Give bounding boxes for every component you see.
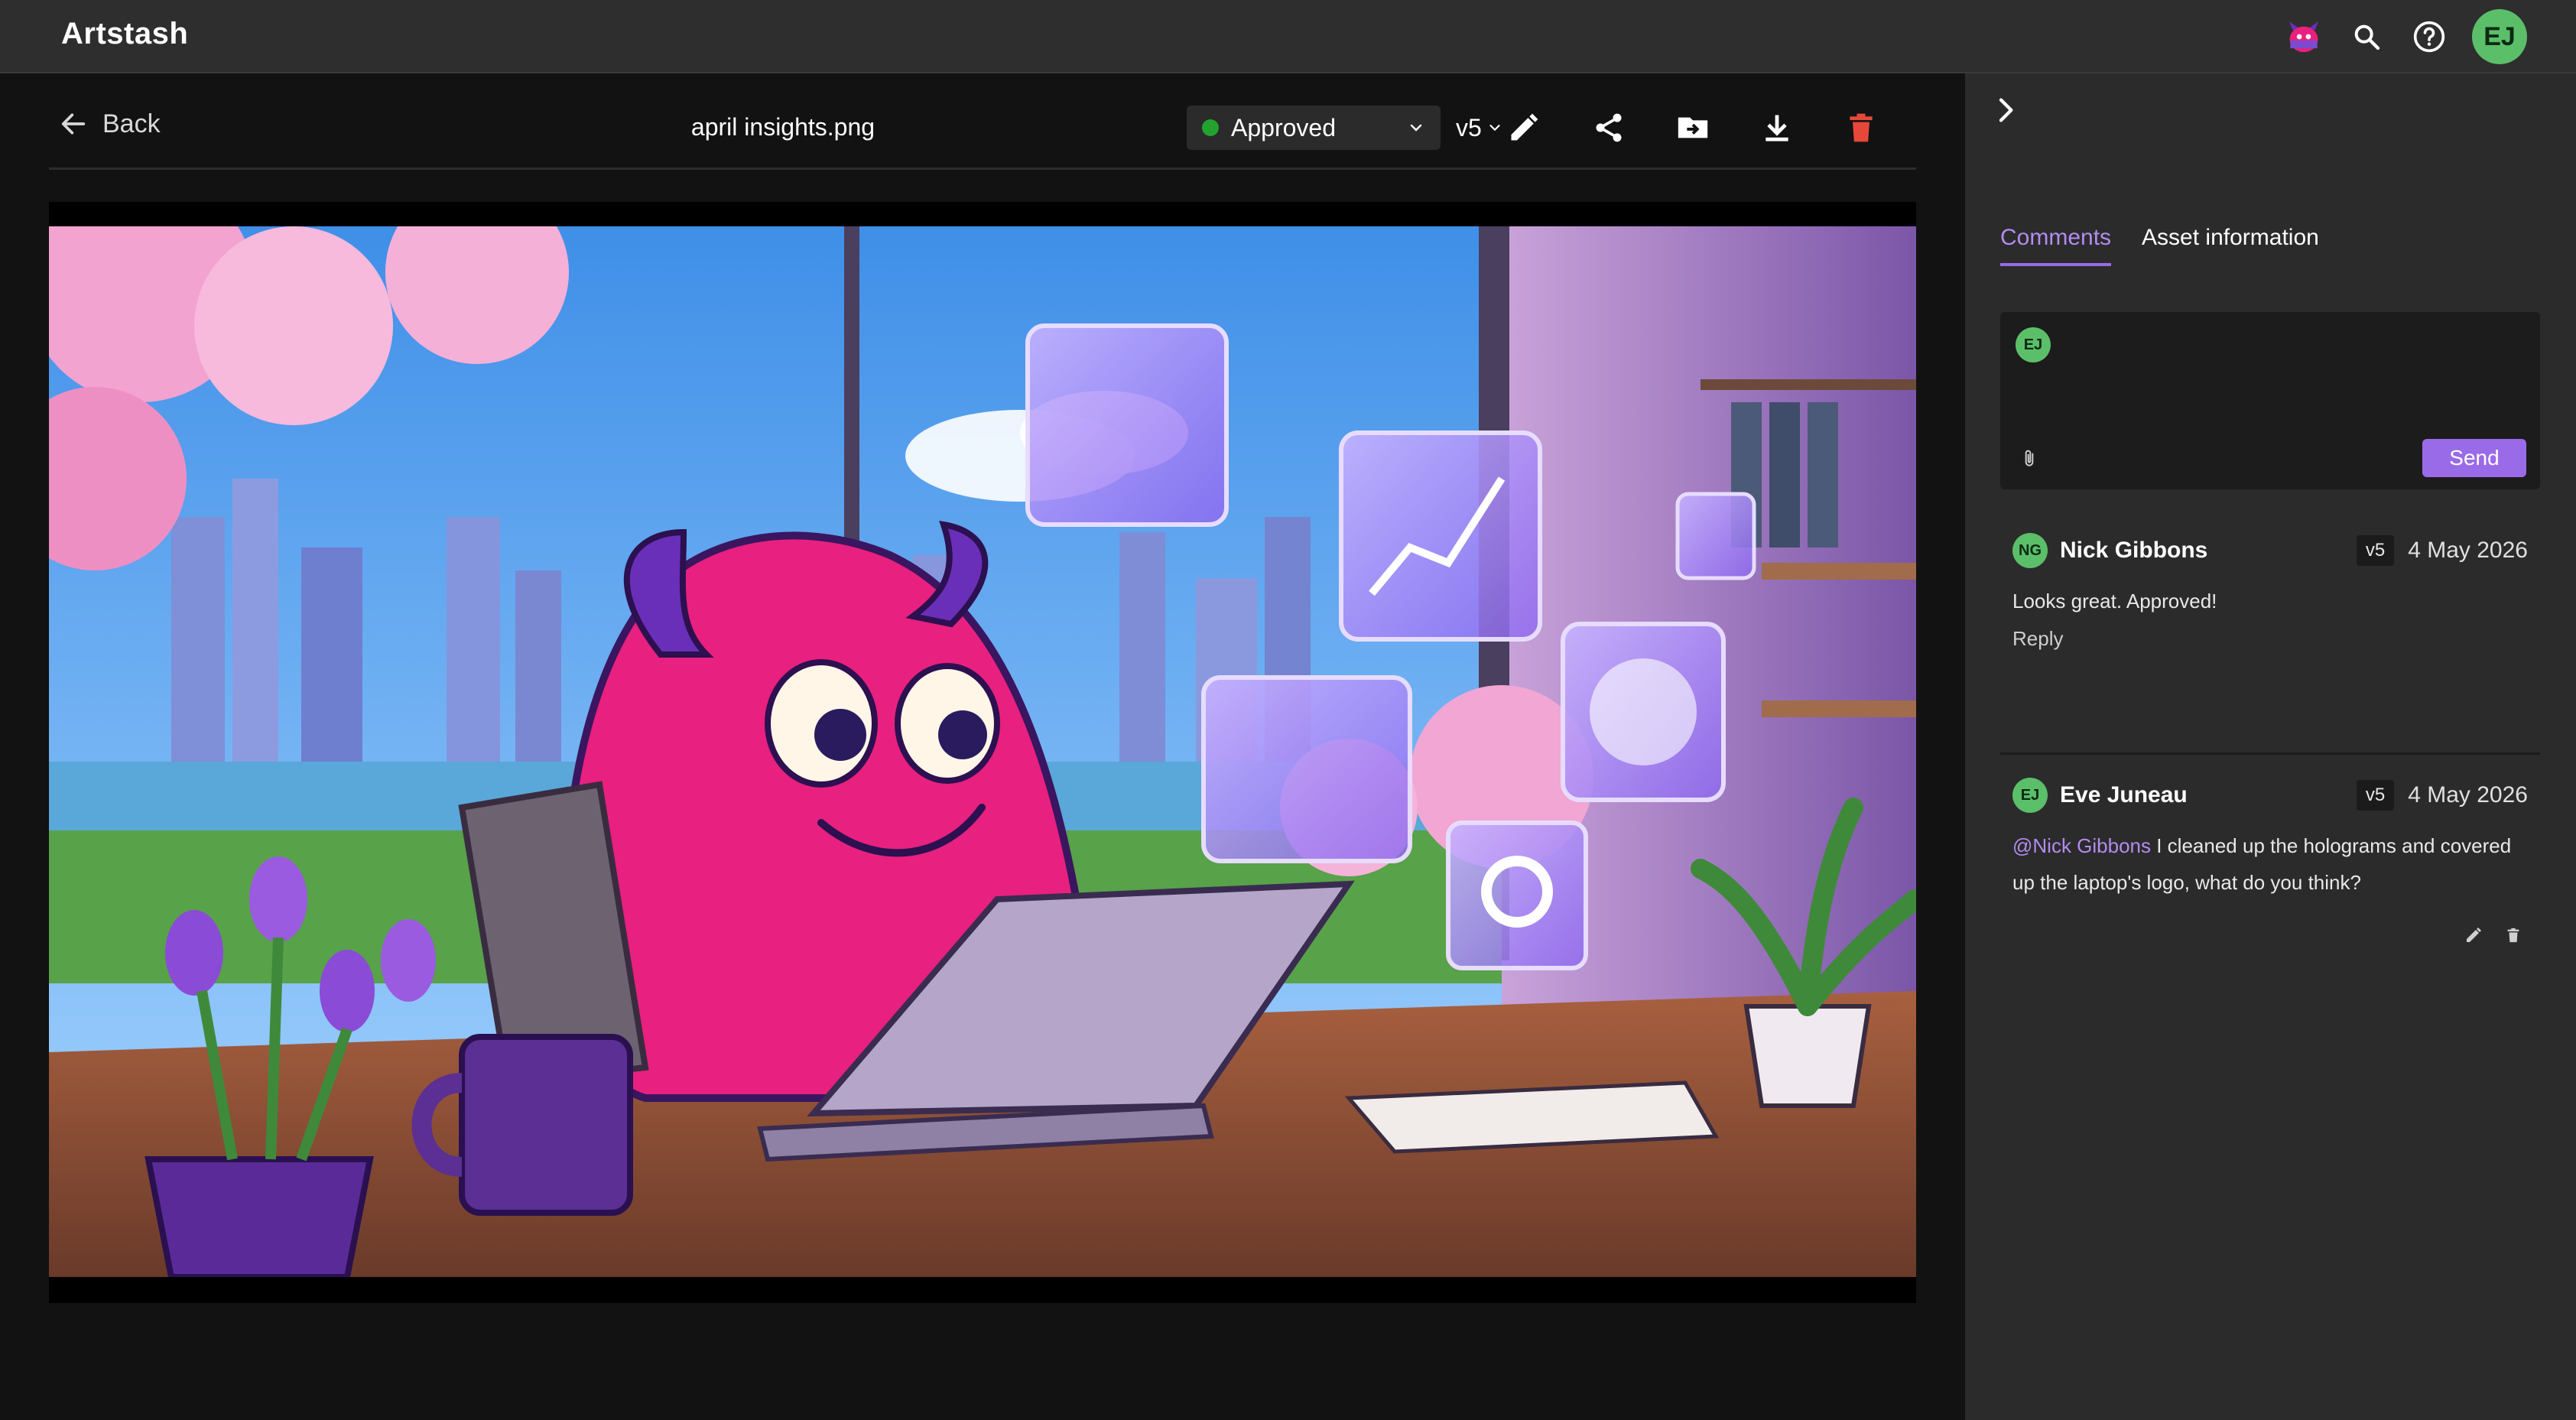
status-dropdown[interactable]: Approved: [1187, 106, 1441, 150]
side-panel: Comments Asset information EJ Send NG Ni…: [1965, 73, 2576, 1420]
comment-header: NG Nick Gibbons v5 4 May 2026: [2000, 529, 2540, 572]
comment-item: NG Nick Gibbons v5 4 May 2026 Looks grea…: [2000, 529, 2540, 651]
attach-button[interactable]: [2016, 445, 2043, 473]
comment-avatar: EJ: [2012, 778, 2048, 813]
image-frame: [49, 202, 1916, 1303]
app-mascot-icon[interactable]: [2284, 17, 2324, 57]
comment-author: Nick Gibbons: [2060, 538, 2208, 563]
search-icon[interactable]: [2347, 17, 2386, 57]
top-bar: Artstash EJ: [0, 0, 2576, 73]
comment-actions: [2462, 924, 2525, 947]
delete-button[interactable]: [1837, 104, 1885, 151]
chevron-right-icon: [1999, 98, 2013, 122]
comment-text: @Nick Gibbons I cleaned up the holograms…: [2012, 827, 2517, 901]
download-icon: [1766, 115, 1788, 141]
viewer-toolbar: Back april insights.png Approved v5: [49, 73, 1916, 170]
paperclip-icon: [2025, 450, 2034, 466]
asset-viewer: Back april insights.png Approved v5: [0, 73, 1965, 1420]
arrow-left-icon: [61, 113, 86, 135]
edit-icon: [1511, 113, 1538, 141]
chevron-down-icon: [1410, 124, 1422, 132]
comment-text: Looks great. Approved!: [2012, 590, 2217, 613]
delete-comment-button[interactable]: [2502, 924, 2525, 947]
move-to-folder-icon: [1678, 117, 1708, 138]
collapse-panel-button[interactable]: [1983, 89, 2026, 132]
comment-avatar: NG: [2012, 533, 2048, 568]
help-icon[interactable]: [2409, 17, 2449, 57]
version-select[interactable]: v5: [1456, 106, 1503, 150]
send-button[interactable]: Send: [2422, 439, 2526, 477]
edit-button[interactable]: [1500, 104, 1548, 151]
asset-image[interactable]: [49, 226, 1916, 1277]
comment-meta: v5 4 May 2026: [2356, 535, 2528, 566]
share-button[interactable]: [1585, 104, 1632, 151]
comment-composer[interactable]: EJ Send: [2000, 312, 2540, 489]
tab-comments[interactable]: Comments: [2000, 225, 2112, 266]
comment-meta: v5 4 May 2026: [2356, 780, 2528, 811]
user-avatar[interactable]: EJ: [2472, 9, 2527, 64]
share-icon: [1596, 113, 1622, 142]
comment-date: 4 May 2026: [2408, 782, 2528, 807]
status-label: Approved: [1231, 113, 1336, 141]
comment-mention[interactable]: @Nick Gibbons: [2012, 834, 2151, 857]
status-dot: [1202, 119, 1219, 136]
version-label: v5: [1456, 113, 1482, 141]
edit-icon: [2467, 928, 2481, 942]
back-button[interactable]: Back: [58, 102, 161, 145]
composer-avatar: EJ: [2016, 327, 2051, 362]
download-button[interactable]: [1753, 104, 1801, 151]
reply-button[interactable]: Reply: [2012, 627, 2063, 651]
delete-icon: [1850, 113, 1873, 142]
comment-divider: [2000, 752, 2540, 755]
comment-date: 4 May 2026: [2408, 538, 2528, 563]
move-to-folder-button[interactable]: [1669, 104, 1717, 151]
back-label: Back: [102, 109, 161, 138]
edit-comment-button[interactable]: [2462, 924, 2485, 947]
file-name: april insights.png: [690, 113, 875, 141]
comment-author: Eve Juneau: [2060, 782, 2188, 807]
tab-asset-information[interactable]: Asset information: [2142, 225, 2319, 266]
app-logo[interactable]: Artstash: [61, 17, 188, 51]
comment-item: EJ Eve Juneau v5 4 May 2026 @Nick Gibbon…: [2000, 774, 2540, 943]
delete-icon: [2507, 928, 2519, 943]
version-badge: v5: [2356, 535, 2395, 566]
version-badge: v5: [2356, 780, 2395, 811]
comment-header: EJ Eve Juneau v5 4 May 2026: [2000, 774, 2540, 817]
top-bar-actions: EJ: [2284, 9, 2527, 64]
panel-tabs: Comments Asset information: [2000, 225, 2319, 266]
